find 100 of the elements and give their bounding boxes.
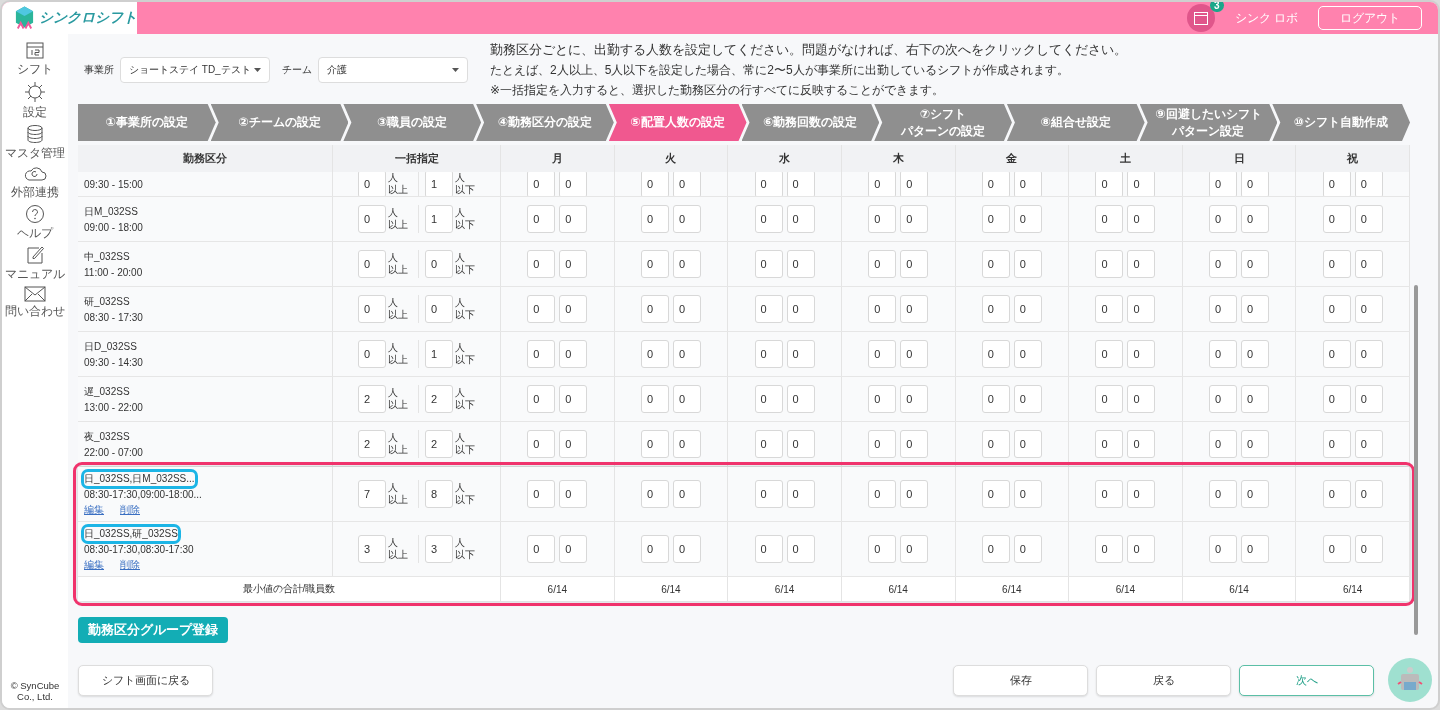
minimum-input[interactable]: 0 xyxy=(1209,172,1238,196)
maximum-input[interactable]: 1 xyxy=(425,340,453,368)
maximum-input[interactable]: 0 xyxy=(425,250,453,278)
maximum-input[interactable]: 8 xyxy=(425,480,453,508)
minimum-input[interactable]: 0 xyxy=(1095,385,1124,413)
maximum-input[interactable]: 0 xyxy=(786,340,815,368)
minimum-input[interactable]: 0 xyxy=(527,295,556,323)
maximum-input[interactable]: 0 xyxy=(1354,430,1383,458)
minimum-input[interactable]: 0 xyxy=(1209,430,1238,458)
maximum-input[interactable]: 0 xyxy=(1127,430,1156,458)
minimum-input[interactable]: 0 xyxy=(358,295,386,323)
sidebar-item[interactable]: マスタ管理 xyxy=(5,124,65,162)
minimum-input[interactable]: 0 xyxy=(1322,205,1351,233)
minimum-input[interactable]: 0 xyxy=(358,250,386,278)
maximum-input[interactable]: 0 xyxy=(900,385,929,413)
maximum-input[interactable]: 0 xyxy=(1354,535,1383,563)
maximum-input[interactable]: 0 xyxy=(559,535,588,563)
maximum-input[interactable]: 0 xyxy=(1127,295,1156,323)
minimum-input[interactable]: 3 xyxy=(358,535,386,563)
maximum-input[interactable]: 0 xyxy=(559,205,588,233)
minimum-input[interactable]: 0 xyxy=(640,430,669,458)
minimum-input[interactable]: 0 xyxy=(1322,250,1351,278)
maximum-input[interactable]: 0 xyxy=(1127,340,1156,368)
minimum-input[interactable]: 0 xyxy=(1095,172,1124,196)
maximum-input[interactable]: 0 xyxy=(786,385,815,413)
minimum-input[interactable]: 0 xyxy=(1095,430,1124,458)
minimum-input[interactable]: 0 xyxy=(640,250,669,278)
minimum-input[interactable]: 0 xyxy=(640,480,669,508)
minimum-input[interactable]: 0 xyxy=(1322,385,1351,413)
maximum-input[interactable]: 0 xyxy=(425,295,453,323)
minimum-input[interactable]: 0 xyxy=(754,385,783,413)
minimum-input[interactable]: 2 xyxy=(358,430,386,458)
maximum-input[interactable]: 0 xyxy=(672,535,701,563)
robot-avatar-icon[interactable] xyxy=(1388,658,1432,702)
minimum-input[interactable]: 0 xyxy=(527,480,556,508)
maximum-input[interactable]: 0 xyxy=(1354,172,1383,196)
sidebar-item[interactable]: ヘルプ xyxy=(17,204,53,242)
maximum-input[interactable]: 2 xyxy=(425,385,453,413)
scrollbar[interactable] xyxy=(1414,285,1418,635)
minimum-input[interactable]: 7 xyxy=(358,480,386,508)
minimum-input[interactable]: 0 xyxy=(981,480,1010,508)
maximum-input[interactable]: 0 xyxy=(900,205,929,233)
minimum-input[interactable]: 0 xyxy=(754,430,783,458)
minimum-input[interactable]: 0 xyxy=(1095,250,1124,278)
maximum-input[interactable]: 0 xyxy=(1354,205,1383,233)
minimum-input[interactable]: 2 xyxy=(358,385,386,413)
notification-button[interactable] xyxy=(1186,4,1215,32)
minimum-input[interactable]: 0 xyxy=(754,295,783,323)
minimum-input[interactable]: 0 xyxy=(754,172,783,196)
maximum-input[interactable]: 0 xyxy=(1354,480,1383,508)
minimum-input[interactable]: 0 xyxy=(640,535,669,563)
minimum-input[interactable]: 0 xyxy=(754,480,783,508)
minimum-input[interactable]: 0 xyxy=(1322,340,1351,368)
maximum-input[interactable]: 0 xyxy=(672,172,701,196)
minimum-input[interactable]: 0 xyxy=(640,340,669,368)
maximum-input[interactable]: 0 xyxy=(559,340,588,368)
maximum-input[interactable]: 0 xyxy=(786,250,815,278)
minimum-input[interactable]: 0 xyxy=(640,385,669,413)
maximum-input[interactable]: 0 xyxy=(900,430,929,458)
sidebar-item[interactable]: シフト xyxy=(17,40,53,78)
minimum-input[interactable]: 0 xyxy=(527,172,556,196)
minimum-input[interactable]: 0 xyxy=(981,430,1010,458)
maximum-input[interactable]: 0 xyxy=(786,480,815,508)
minimum-input[interactable]: 0 xyxy=(981,340,1010,368)
minimum-input[interactable]: 0 xyxy=(527,535,556,563)
maximum-input[interactable]: 0 xyxy=(1013,295,1042,323)
back-to-shift-button[interactable]: シフト画面に戻る xyxy=(78,664,213,696)
maximum-input[interactable]: 0 xyxy=(672,430,701,458)
minimum-input[interactable]: 0 xyxy=(358,205,386,233)
minimum-input[interactable]: 0 xyxy=(868,430,897,458)
minimum-input[interactable]: 0 xyxy=(868,340,897,368)
maximum-input[interactable]: 0 xyxy=(1241,205,1270,233)
delete-link[interactable]: 削除 xyxy=(120,502,140,517)
sidebar-item[interactable]: マニュアル xyxy=(5,245,65,283)
minimum-input[interactable]: 0 xyxy=(868,535,897,563)
minimum-input[interactable]: 0 xyxy=(640,295,669,323)
minimum-input[interactable]: 0 xyxy=(527,430,556,458)
minimum-input[interactable]: 0 xyxy=(868,205,897,233)
minimum-input[interactable]: 0 xyxy=(868,172,897,196)
maximum-input[interactable]: 0 xyxy=(672,385,701,413)
minimum-input[interactable]: 0 xyxy=(1209,340,1238,368)
minimum-input[interactable]: 0 xyxy=(1322,480,1351,508)
maximum-input[interactable]: 0 xyxy=(786,205,815,233)
minimum-input[interactable]: 0 xyxy=(868,250,897,278)
maximum-input[interactable]: 0 xyxy=(1013,340,1042,368)
minimum-input[interactable]: 0 xyxy=(1095,535,1124,563)
minimum-input[interactable]: 0 xyxy=(754,535,783,563)
maximum-input[interactable]: 0 xyxy=(559,250,588,278)
minimum-input[interactable]: 0 xyxy=(981,385,1010,413)
maximum-input[interactable]: 0 xyxy=(1127,250,1156,278)
edit-link[interactable]: 編集 xyxy=(84,502,104,517)
maximum-input[interactable]: 0 xyxy=(672,205,701,233)
maximum-input[interactable]: 0 xyxy=(1241,430,1270,458)
maximum-input[interactable]: 0 xyxy=(1127,480,1156,508)
maximum-input[interactable]: 0 xyxy=(900,295,929,323)
sidebar-item[interactable]: 外部連携 xyxy=(11,165,59,201)
minimum-input[interactable]: 0 xyxy=(754,205,783,233)
maximum-input[interactable]: 0 xyxy=(559,295,588,323)
maximum-input[interactable]: 0 xyxy=(786,430,815,458)
maximum-input[interactable]: 0 xyxy=(559,480,588,508)
